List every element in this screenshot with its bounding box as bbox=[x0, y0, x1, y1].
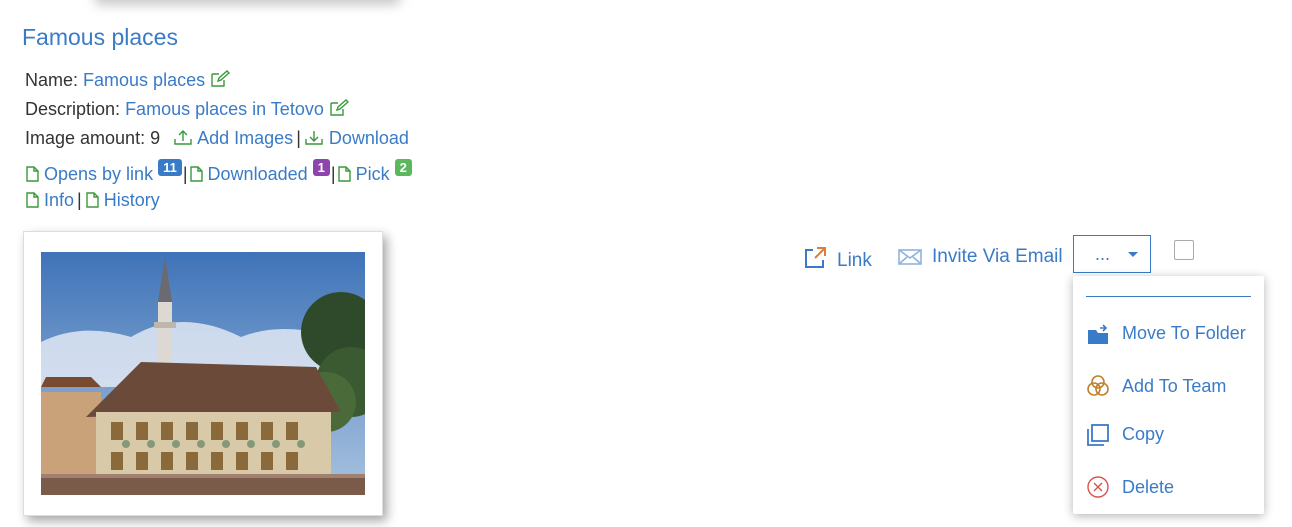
image-amount-row: Image amount: 9 Add Images | Download bbox=[25, 128, 409, 151]
separator: | bbox=[296, 128, 301, 148]
file-icon bbox=[25, 192, 39, 213]
edit-description-icon[interactable] bbox=[329, 99, 349, 122]
menu-item-copy[interactable]: Copy bbox=[1086, 424, 1164, 446]
description-label: Description: bbox=[25, 99, 121, 119]
more-label: ... bbox=[1095, 244, 1111, 264]
menu-divider bbox=[1086, 296, 1251, 297]
pick-link[interactable]: Pick bbox=[356, 164, 390, 184]
stats-row: Opens by link 11 | Downloaded 1 | Pick 2 bbox=[25, 159, 412, 187]
share-link-action[interactable]: Link bbox=[803, 246, 872, 272]
menu-item-delete[interactable]: Delete bbox=[1086, 475, 1174, 499]
menu-item-move-to-folder[interactable]: Move To Folder bbox=[1086, 323, 1246, 345]
menu-item-label: Add To Team bbox=[1122, 376, 1227, 396]
downloaded-link[interactable]: Downloaded bbox=[208, 164, 308, 184]
external-link-icon bbox=[805, 247, 826, 268]
caret-down-icon bbox=[1128, 252, 1138, 257]
invite-email-label: Invite Via Email bbox=[932, 246, 1063, 267]
upload-icon bbox=[173, 130, 193, 151]
image-amount: Image amount: 9 bbox=[25, 128, 161, 148]
info-link[interactable]: Info bbox=[44, 190, 74, 210]
file-icon bbox=[189, 166, 203, 187]
album-cover-card[interactable] bbox=[23, 231, 383, 516]
menu-item-label: Move To Folder bbox=[1122, 323, 1246, 343]
download-link[interactable]: Download bbox=[329, 128, 409, 148]
separator: | bbox=[77, 190, 82, 210]
more-actions-button[interactable]: ... bbox=[1073, 235, 1151, 273]
add-images-link[interactable]: Add Images bbox=[197, 128, 293, 148]
name-row: Name: Famous places bbox=[25, 70, 231, 93]
more-actions-menu: Move To Folder Add To Team Copy Delete bbox=[1073, 276, 1264, 514]
history-link[interactable]: History bbox=[104, 190, 160, 210]
copy-icon bbox=[1087, 424, 1109, 446]
file-icon bbox=[337, 166, 351, 187]
menu-item-add-to-team[interactable]: Add To Team bbox=[1086, 374, 1226, 398]
menu-item-label: Delete bbox=[1122, 477, 1175, 497]
download-icon bbox=[304, 130, 324, 151]
link-label: Link bbox=[837, 250, 872, 271]
pick-count-badge: 2 bbox=[394, 159, 412, 176]
opens-count-badge: 11 bbox=[158, 159, 182, 176]
move-folder-icon bbox=[1088, 324, 1108, 344]
opens-by-link-link[interactable]: Opens by link bbox=[44, 164, 153, 184]
delete-icon bbox=[1087, 476, 1109, 498]
album-title: Famous places bbox=[22, 24, 178, 50]
downloaded-count-badge: 1 bbox=[312, 159, 330, 176]
team-icon bbox=[1087, 375, 1109, 396]
select-checkbox[interactable] bbox=[1174, 240, 1194, 260]
envelope-icon bbox=[898, 249, 922, 265]
name-label: Name: bbox=[25, 70, 79, 90]
separator: | bbox=[182, 164, 188, 184]
album-cover-photo[interactable] bbox=[41, 252, 365, 495]
separator: | bbox=[330, 164, 336, 184]
description-value-link[interactable]: Famous places in Tetovo bbox=[125, 99, 324, 119]
file-icon bbox=[25, 166, 39, 187]
file-icon bbox=[85, 192, 99, 213]
meta-row: Info | History bbox=[25, 190, 160, 213]
invite-via-email-action[interactable]: Invite Via Email bbox=[898, 246, 1063, 268]
edit-name-icon[interactable] bbox=[210, 70, 231, 93]
name-value-link[interactable]: Famous places bbox=[83, 70, 205, 90]
description-row: Description: Famous places in Tetovo bbox=[25, 99, 349, 122]
menu-item-label: Copy bbox=[1122, 424, 1165, 444]
